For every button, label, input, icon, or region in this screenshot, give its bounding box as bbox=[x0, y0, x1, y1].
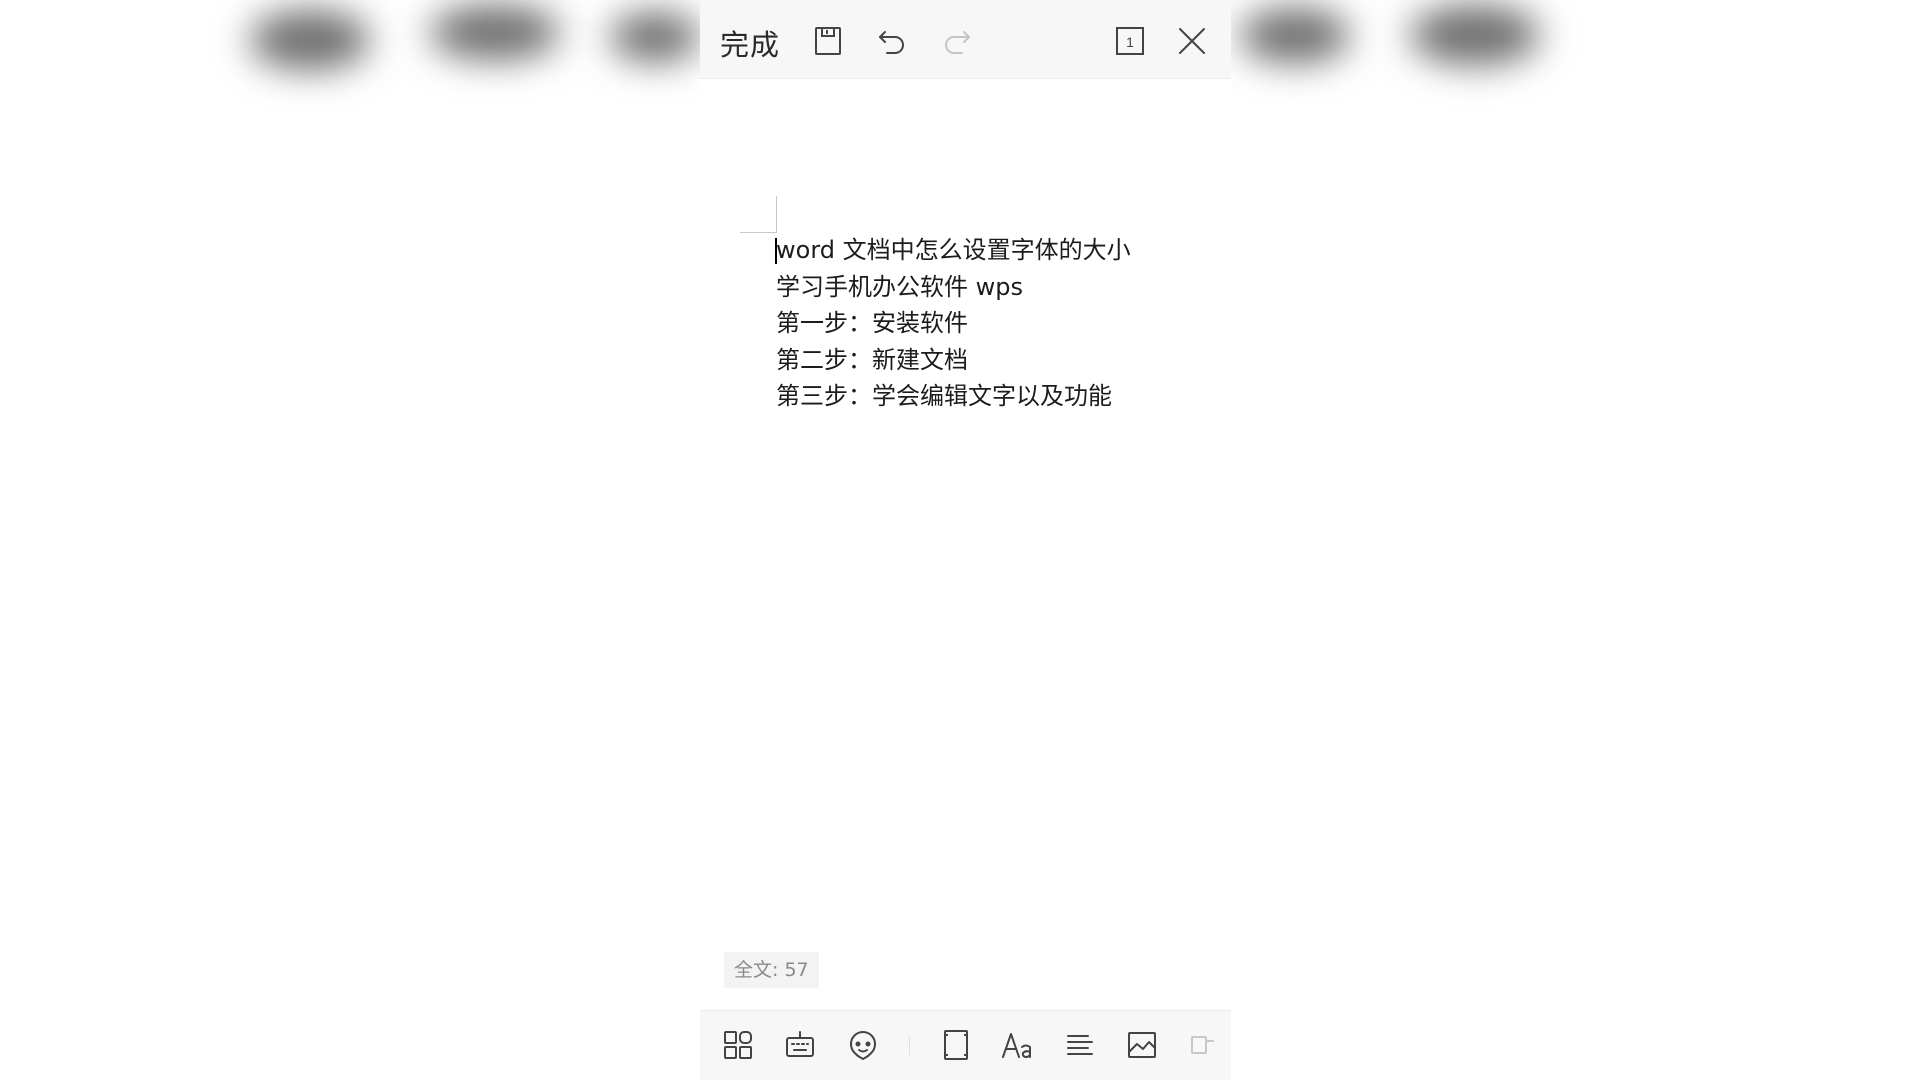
page-frame-icon[interactable] bbox=[938, 1027, 974, 1063]
page-number-text: 1 bbox=[1126, 34, 1134, 50]
redo-icon[interactable] bbox=[940, 24, 974, 58]
done-button[interactable]: 完成 bbox=[720, 22, 780, 64]
voice-assistant-icon[interactable] bbox=[845, 1027, 881, 1063]
screen: 完成 1 word 文档中怎么设置字体的大小 学习手机办公软件 wps 第一步：… bbox=[0, 0, 1920, 1080]
background-blur-left bbox=[230, 0, 700, 110]
document-line[interactable]: 第一步：安装软件 bbox=[776, 305, 1216, 342]
apps-grid-icon[interactable] bbox=[720, 1027, 756, 1063]
align-left-icon[interactable] bbox=[1062, 1027, 1098, 1063]
document-line[interactable]: 学习手机办公软件 wps bbox=[776, 269, 1216, 306]
document-body[interactable]: word 文档中怎么设置字体的大小 学习手机办公软件 wps 第一步：安装软件 … bbox=[775, 232, 1216, 415]
more-icon[interactable] bbox=[1186, 1027, 1216, 1063]
insert-image-icon[interactable] bbox=[1124, 1027, 1160, 1063]
font-icon[interactable] bbox=[1000, 1027, 1036, 1063]
undo-icon[interactable] bbox=[875, 24, 909, 58]
background-blur-right bbox=[1230, 0, 1590, 110]
top-toolbar: 完成 1 bbox=[700, 0, 1231, 79]
page-number-icon[interactable]: 1 bbox=[1113, 24, 1147, 58]
document-line[interactable]: 第二步：新建文档 bbox=[776, 342, 1216, 379]
word-count-badge: 全文: 57 bbox=[724, 952, 819, 988]
text-cursor bbox=[775, 238, 777, 264]
document-line[interactable]: word 文档中怎么设置字体的大小 bbox=[776, 232, 1216, 269]
save-icon[interactable] bbox=[811, 24, 845, 58]
bottom-toolbar bbox=[700, 1010, 1231, 1080]
page-margin-corner bbox=[740, 196, 777, 233]
keyboard-icon[interactable] bbox=[782, 1027, 818, 1063]
close-icon[interactable] bbox=[1175, 24, 1209, 58]
phone-screen: 完成 1 word 文档中怎么设置字体的大小 学习手机办公软件 wps 第一步：… bbox=[700, 0, 1231, 1080]
toolbar-divider bbox=[909, 1037, 910, 1055]
document-line[interactable]: 第三步：学会编辑文字以及功能 bbox=[776, 378, 1216, 415]
